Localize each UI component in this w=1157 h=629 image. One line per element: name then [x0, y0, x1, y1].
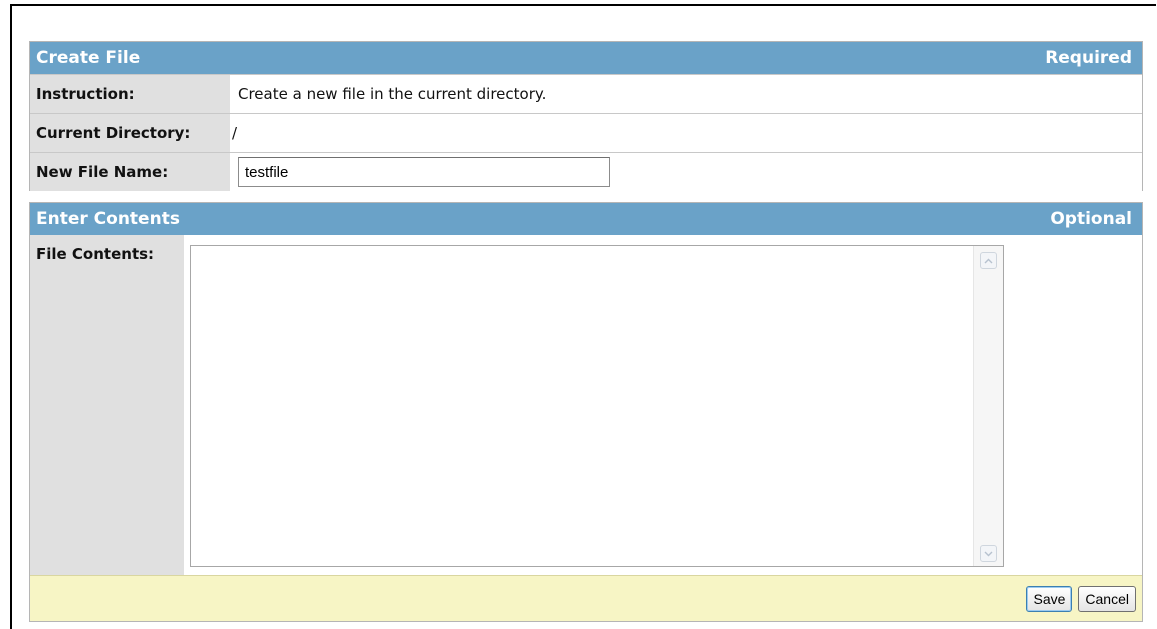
vertical-scrollbar[interactable] — [973, 246, 1003, 566]
create-file-panel: Create File Required Instruction: Create… — [29, 41, 1143, 191]
optional-badge: Optional — [1050, 209, 1132, 229]
instruction-label: Instruction: — [30, 75, 230, 113]
current-directory-label: Current Directory: — [30, 114, 230, 152]
enter-contents-header: Enter Contents Optional — [30, 203, 1142, 235]
cancel-button[interactable]: Cancel — [1078, 585, 1136, 612]
file-contents-label: File Contents: — [30, 235, 184, 575]
required-badge: Required — [1045, 48, 1132, 68]
new-file-name-row: New File Name: — [30, 152, 1142, 191]
chevron-down-icon[interactable] — [980, 545, 997, 562]
current-directory-row: Current Directory: / — [30, 113, 1142, 152]
enter-contents-title: Enter Contents — [36, 209, 180, 229]
create-file-title: Create File — [36, 48, 141, 68]
chevron-up-icon[interactable] — [980, 252, 997, 269]
new-file-name-input[interactable] — [238, 157, 610, 187]
create-file-header: Create File Required — [30, 42, 1142, 74]
save-button[interactable]: Save — [1026, 585, 1073, 612]
file-contents-field — [190, 245, 1004, 567]
new-file-name-label: New File Name: — [30, 153, 230, 191]
instruction-row: Instruction: Create a new file in the cu… — [30, 74, 1142, 113]
contents-body: File Contents: — [30, 235, 1142, 575]
current-directory-value: / — [230, 114, 1142, 152]
form-footer: Save Cancel — [30, 575, 1142, 621]
file-contents-textarea[interactable] — [191, 246, 973, 566]
new-file-name-cell — [230, 153, 1142, 191]
instruction-text: Create a new file in the current directo… — [230, 75, 1142, 113]
enter-contents-panel: Enter Contents Optional File Contents: S… — [29, 202, 1143, 622]
